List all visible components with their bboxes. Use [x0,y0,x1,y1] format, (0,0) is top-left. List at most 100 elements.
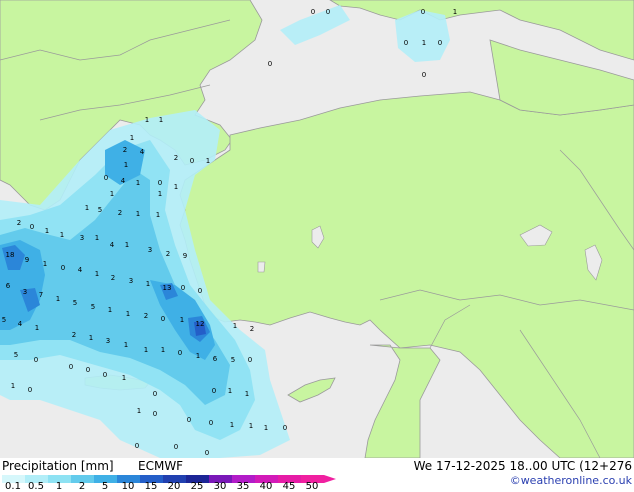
precip-value: 1 [56,295,60,303]
precip-value: 6 [213,355,218,363]
precip-value: 1 [159,116,163,124]
precip-value: 5 [91,303,95,311]
precip-value: 2 [144,312,148,320]
precip-value: 1 [422,39,426,47]
scale-label: 50 [305,481,319,492]
precip-value: 0 [161,315,165,323]
precip-value: 9 [183,252,187,260]
precip-value: 0 [268,60,272,68]
precip-value: 1 [108,306,112,314]
precip-value: 0 [212,387,216,395]
precip-value: 0 [198,287,202,295]
precip-value: 2 [250,325,254,333]
precip-value: 1 [145,116,149,124]
precip-value: 2 [17,219,21,227]
precip-value: 1 [136,210,140,218]
precip-value: 2 [72,331,76,339]
precip-value: 1 [124,161,128,169]
precip-value: 1 [144,346,148,354]
precip-value: 5 [231,356,235,364]
precip-value: 0 [190,157,194,165]
scale-label: 40 [259,481,273,492]
precip-value: 0 [135,442,139,450]
precip-value: 1 [158,190,162,198]
precip-value: 4 [18,320,23,328]
precip-value: 4 [140,148,145,156]
precip-value: 0 [174,443,178,451]
precip-value: 0 [422,71,426,79]
precip-value: 1 [89,334,93,342]
precip-value: 0 [61,264,65,272]
scale-label: 0.5 [28,481,44,492]
precip-value: 0 [326,8,330,16]
precip-value: 1 [453,8,457,16]
precip-value: 3 [106,337,110,345]
precip-value: 1 [161,346,165,354]
precip-value: 0 [205,449,209,457]
precip-value: 0 [438,39,442,47]
precip-value: 4 [110,241,115,249]
precip-value: 1 [122,374,126,382]
precip-value: 0 [187,416,191,424]
precip-value: 5 [73,299,77,307]
precip-value: 3 [129,277,133,285]
precip-value: 1 [60,231,64,239]
precip-value: 2 [111,274,115,282]
precip-value: 1 [35,324,39,332]
precip-value: 18 [6,251,15,259]
precip-value: 0 [421,8,425,16]
precip-value: 1 [264,424,268,432]
precip-value: 1 [126,310,130,318]
precip-value: 0 [34,356,38,364]
lake-small-2 [257,261,266,273]
precip-value: 0 [283,424,287,432]
precip-value: 13 [163,284,172,292]
precip-value: 1 [136,179,140,187]
precip-value: 5 [98,206,102,214]
model-name: ECMWF [138,459,184,473]
precip-value: 0 [86,366,90,374]
precip-value: 0 [28,386,32,394]
precip-value: 1 [137,407,141,415]
map-canvas: 0 0 0 10 1 0001 112 42 0 110 4 1 0 11 11 5 2 1 12 0 1 1 3 14 13 2… [0,0,634,459]
scale-label: 2 [78,481,86,492]
precip-value: 2 [123,146,127,154]
precip-value: 1 [206,157,210,165]
precip-value: 3 [148,246,152,254]
precip-value: 1 [156,211,160,219]
precip-value: 1 [85,204,89,212]
precip-value: 1 [245,390,249,398]
precip-value: 1 [230,421,234,429]
precip-value: 1 [180,316,184,324]
precip-value: 1 [43,260,47,268]
precip-value: 1 [174,183,178,191]
precip-value: 0 [178,349,182,357]
precip-value: 12 [196,320,205,328]
precip-value: 1 [130,134,134,142]
precip-value: 2 [166,250,170,258]
precip-value: 0 [158,179,162,187]
scale-label: 0.1 [5,481,21,492]
precip-value: 7 [39,291,43,299]
scale-label: 45 [282,481,296,492]
precipitation-map: 0001010001112420110410111152112011314132… [0,0,634,459]
scale-label: 10 [121,481,135,492]
precip-value: 0 [248,356,252,364]
scale-label: 30 [213,481,227,492]
precip-value: 1 [95,270,99,278]
credit-link[interactable]: ©weatheronline.co.uk [510,474,632,487]
precip-value: 0 [153,390,157,398]
precip-value: 1 [125,241,129,249]
scale-label: 1 [55,481,63,492]
precip-value: 1 [45,227,49,235]
precip-value: 1 [228,387,232,395]
precip-value: 3 [80,234,84,242]
precip-value: 0 [311,8,315,16]
precip-value: 5 [14,351,18,359]
precip-value: 1 [11,382,15,390]
precip-value: 0 [103,371,107,379]
scale-label: 25 [190,481,204,492]
precip-value: 1 [95,234,99,242]
precip-value: 2 [174,154,178,162]
precip-value: 3 [23,288,27,296]
